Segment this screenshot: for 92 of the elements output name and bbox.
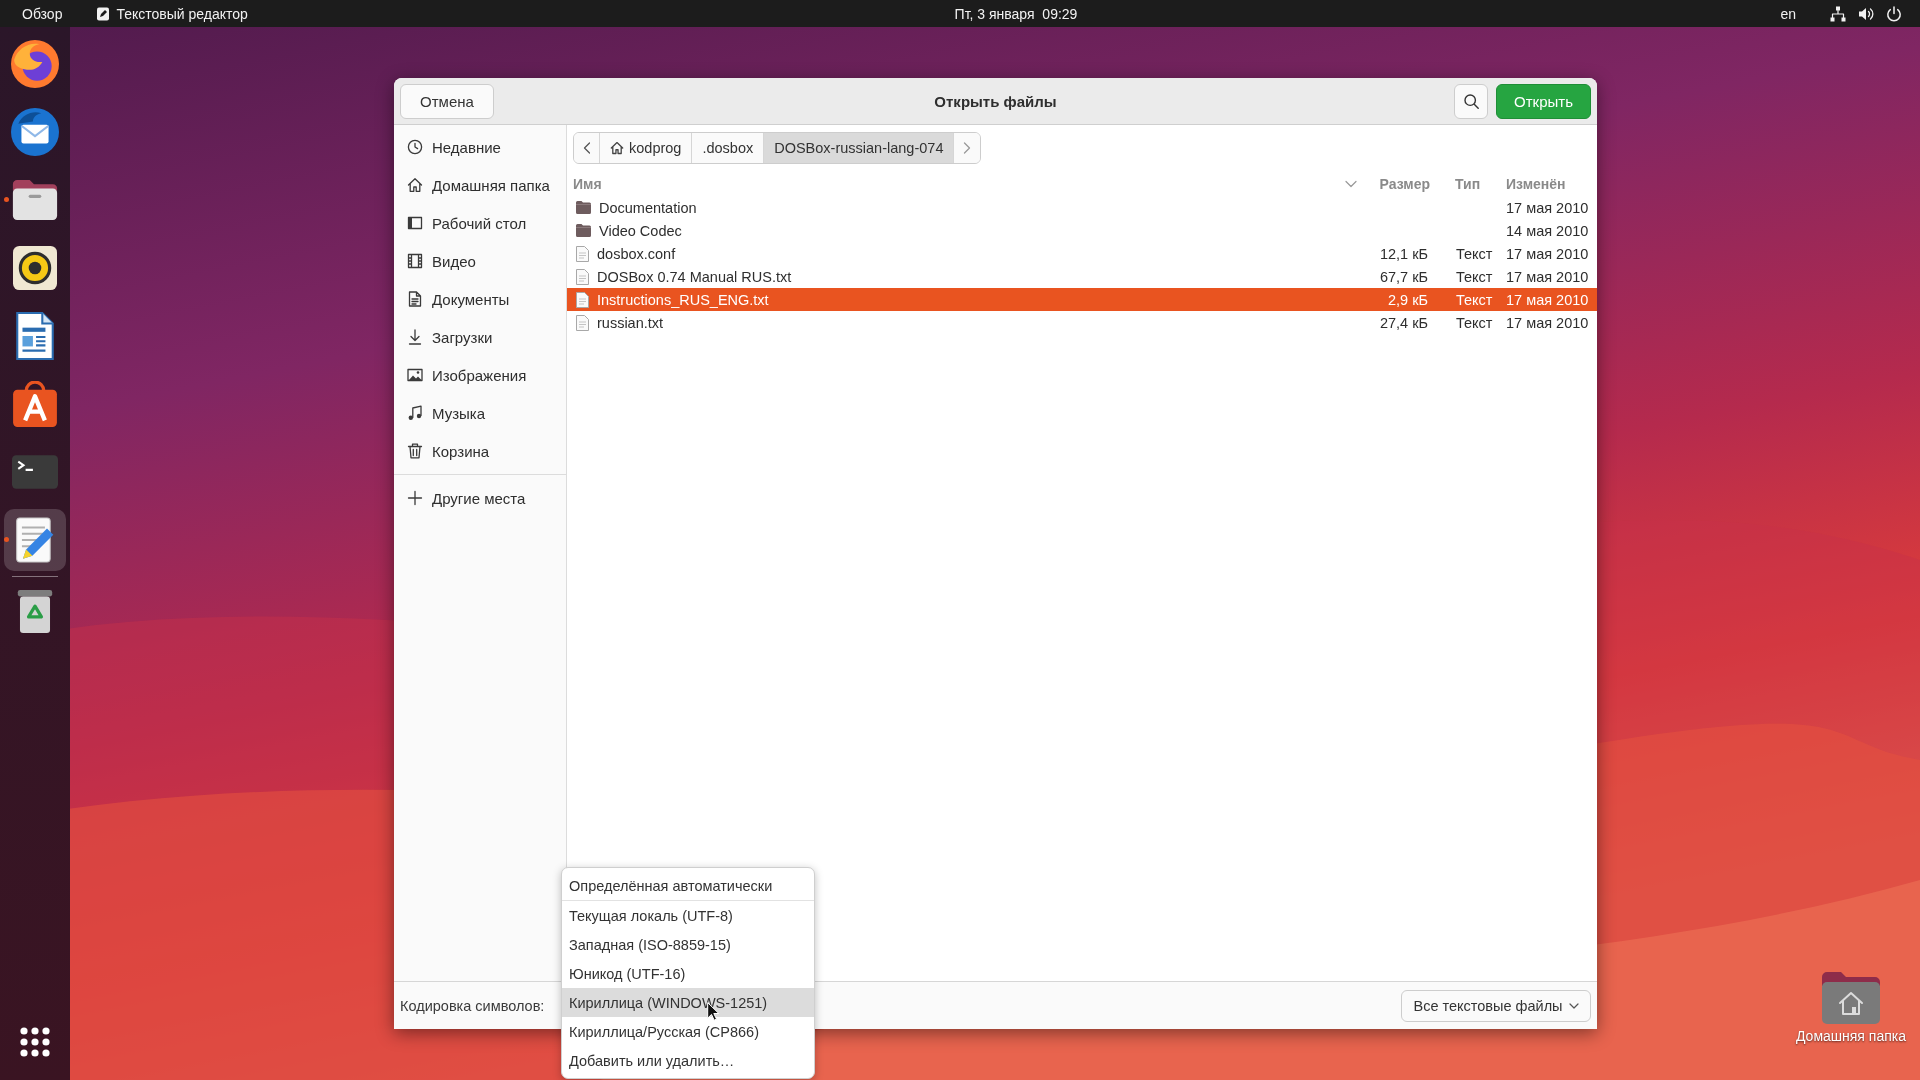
menu-item[interactable]: Юникод (UTF-16) — [562, 959, 814, 988]
screen-icon — [407, 215, 423, 231]
file-type: Текст — [1455, 268, 1494, 285]
sidebar-item[interactable]: Рабочий стол — [394, 204, 566, 242]
file-icon — [576, 245, 589, 262]
chevron-left-icon — [582, 142, 591, 154]
home-folder-icon — [1822, 972, 1880, 1024]
file-icon — [576, 268, 589, 285]
file-row[interactable]: DOSBox 0.74 Manual RUS.txt 67,7 кБ Текст 17 мая 2010 — [567, 265, 1597, 288]
clock-icon — [407, 139, 423, 155]
sidebar-item[interactable]: Документы — [394, 280, 566, 318]
file-size: 2,9 кБ — [1387, 291, 1429, 308]
envelope-icon — [11, 108, 59, 156]
speaker-icon — [13, 246, 57, 290]
file-type: Текст — [1455, 291, 1494, 308]
file-modified: 17 мая 2010 — [1505, 314, 1590, 331]
app-menu-button[interactable]: Текстовый редактор — [86, 0, 258, 27]
search-icon — [1463, 93, 1479, 109]
path-segment[interactable]: DOSBox-russian-lang-074 — [764, 133, 955, 163]
file-name: Video Codec — [599, 222, 682, 239]
flame-globe-icon — [11, 40, 59, 88]
terminal-icon — [12, 455, 58, 489]
file-name: DOSBox 0.74 Manual RUS.txt — [597, 268, 792, 285]
chevron-down-icon — [1345, 180, 1357, 188]
path-back-button[interactable] — [574, 133, 600, 163]
file-name: Documentation — [599, 199, 697, 216]
file-type: Текст — [1455, 314, 1494, 331]
file-filter-dropdown[interactable]: Все текстовые файлы — [1401, 989, 1591, 1022]
menu-item[interactable]: Кириллица/Русская (CP866) — [562, 1017, 814, 1046]
file-icon — [576, 314, 589, 331]
file-row[interactable]: Documentation 17 мая 2010 — [567, 196, 1597, 219]
app-grid-icon — [20, 1027, 50, 1057]
sidebar-item[interactable]: Загрузки — [394, 318, 566, 356]
sidebar-item[interactable]: Видео — [394, 242, 566, 280]
dialog-title: Открыть файлы — [934, 92, 1057, 110]
file-modified: 17 мая 2010 — [1505, 199, 1590, 216]
plus-icon — [407, 490, 423, 506]
network-icon — [1830, 5, 1846, 22]
encoding-label: Кодировка символов: — [400, 997, 545, 1014]
volume-icon — [1858, 5, 1874, 22]
sidebar-item[interactable]: Недавние — [394, 128, 566, 166]
sidebar-item[interactable]: Изображения — [394, 356, 566, 394]
menu-item[interactable]: Добавить или удалить… — [562, 1046, 814, 1075]
sidebar-item[interactable]: Домашняя папка — [394, 166, 566, 204]
pencil-paper-icon — [96, 6, 111, 21]
pencil-paper-icon — [15, 517, 55, 563]
clock-button[interactable]: Пт, 3 января 09:29 — [832, 0, 1088, 27]
document-icon — [407, 291, 423, 307]
chevron-down-icon — [1568, 1002, 1579, 1009]
file-modified: 14 мая 2010 — [1505, 222, 1590, 239]
recycle-bin-icon — [16, 589, 54, 633]
cancel-button[interactable]: Отмена — [400, 83, 494, 119]
document-icon — [15, 312, 55, 360]
file-size: 12,1 кБ — [1379, 245, 1429, 262]
file-modified: 17 мая 2010 — [1505, 291, 1590, 308]
search-button[interactable] — [1454, 83, 1488, 119]
file-name: russian.txt — [597, 314, 664, 331]
file-size: 67,7 кБ — [1379, 268, 1429, 285]
shopping-bag-icon — [13, 381, 57, 427]
film-icon — [407, 253, 423, 269]
file-name: Instructions_RUS_ENG.txt — [597, 291, 769, 308]
power-icon — [1886, 5, 1902, 22]
sidebar-item[interactable]: Музыка — [394, 394, 566, 432]
file-row[interactable]: dosbox.conf 12,1 кБ Текст 17 мая 2010 — [567, 242, 1597, 265]
trash-icon — [407, 443, 423, 459]
keyboard-layout-button[interactable]: en — [1770, 0, 1806, 27]
sidebar-item[interactable]: Другие места — [394, 479, 566, 517]
menu-item[interactable]: Западная (ISO-8859-15) — [562, 930, 814, 959]
folder-icon — [576, 224, 591, 237]
file-size: 27,4 кБ — [1379, 314, 1429, 331]
chevron-right-icon — [963, 142, 972, 154]
file-type: Текст — [1455, 245, 1494, 262]
picture-icon — [407, 367, 423, 383]
folder-icon — [12, 180, 58, 220]
menu-item[interactable]: Текущая локаль (UTF-8) — [562, 901, 814, 930]
menu-item[interactable]: Кириллица (WINDOWS-1251) — [562, 988, 814, 1017]
file-modified: 17 мая 2010 — [1505, 245, 1590, 262]
file-name: dosbox.conf — [597, 245, 676, 262]
folder-icon — [576, 201, 591, 214]
house-icon — [407, 177, 423, 193]
dock-launcher[interactable] — [4, 509, 66, 571]
menu-item[interactable]: Определённая автоматически — [562, 871, 814, 900]
house-icon — [610, 141, 624, 155]
file-icon — [576, 291, 589, 308]
file-row[interactable]: russian.txt 27,4 кБ Текст 17 мая 2010 — [567, 311, 1597, 334]
file-row[interactable]: Video Codec 14 мая 2010 — [567, 219, 1597, 242]
file-modified: 17 мая 2010 — [1505, 268, 1590, 285]
file-row[interactable]: Instructions_RUS_ENG.txt 2,9 кБ Текст 17 мая 2010 — [567, 288, 1597, 311]
sidebar-item[interactable]: Корзина — [394, 432, 566, 470]
music-note-icon — [407, 405, 423, 421]
activities-button[interactable]: Обзор — [12, 0, 73, 27]
download-icon — [407, 329, 423, 345]
